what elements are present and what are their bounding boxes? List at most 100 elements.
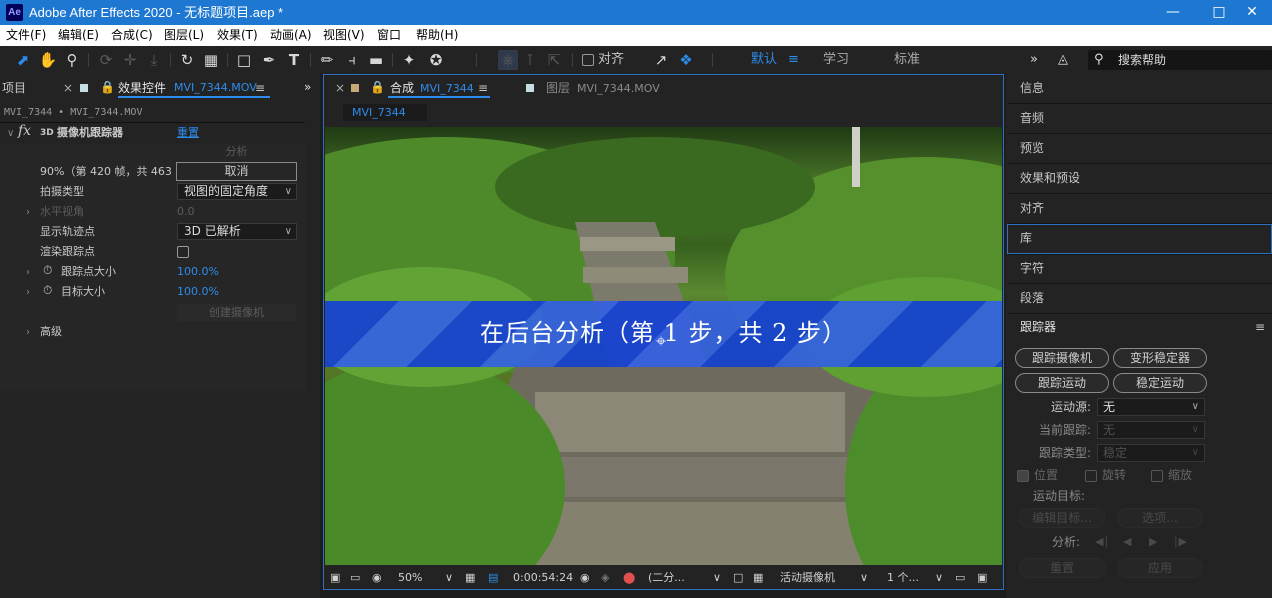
chevron-down-icon[interactable]: ∨ xyxy=(935,570,943,586)
safe-margins-icon[interactable]: ▤ xyxy=(488,570,498,586)
local-axis-icon[interactable]: ⎈ xyxy=(498,50,518,70)
expand-arrow-icon[interactable]: › xyxy=(26,326,30,339)
menu-composition[interactable]: 合成(C) xyxy=(111,28,153,43)
analyze-back-one-icon[interactable]: ◀ xyxy=(1123,534,1131,550)
menu-file[interactable]: 文件(F) xyxy=(6,28,46,43)
tab-project[interactable]: 项目 xyxy=(2,81,26,95)
menu-layer[interactable]: 图层(L) xyxy=(164,28,204,43)
panel-info[interactable]: 信息 xyxy=(1020,80,1044,96)
world-axis-icon[interactable]: ⊺ xyxy=(520,50,540,70)
snap-edge-icon[interactable]: ↗ xyxy=(651,50,671,70)
effects-tab-file[interactable]: MVI_7344.MOV xyxy=(174,81,257,95)
track-point-size-value[interactable]: 100.0% xyxy=(177,265,219,278)
motion-source-select[interactable]: 无 ∨ xyxy=(1097,398,1205,416)
search-help-field[interactable]: ⚲ 搜索帮助 xyxy=(1088,50,1272,70)
close-tab-icon[interactable]: × xyxy=(63,81,73,95)
stopwatch-icon[interactable]: ⏱ xyxy=(43,264,52,277)
rotation-tool-icon[interactable]: ↻ xyxy=(177,50,197,70)
shot-type-select[interactable]: 视图的固定角度 ∨ xyxy=(177,183,297,200)
cancel-button[interactable]: 取消 xyxy=(176,162,297,181)
track-motion-button[interactable]: 跟踪运动 xyxy=(1015,373,1109,393)
panel-overflow-icon[interactable]: » xyxy=(304,80,311,94)
panel-menu-icon[interactable]: ≡ xyxy=(1255,319,1265,335)
menu-animation[interactable]: 动画(A) xyxy=(270,28,312,43)
menu-effect[interactable]: 效果(T) xyxy=(217,28,258,43)
menu-window[interactable]: 窗口 xyxy=(377,28,401,43)
vr-goggles-icon[interactable]: ◉ xyxy=(372,570,382,586)
fit-frame-icon[interactable]: ▦ xyxy=(465,570,475,586)
snap-feature-icon[interactable]: ❖ xyxy=(676,50,696,70)
analyze-back-all-icon[interactable]: ◀∣ xyxy=(1095,534,1109,550)
composition-viewer[interactable]: 在后台分析（第 1 步，共 2 步） ⌖ xyxy=(325,127,1002,565)
panel-paragraph[interactable]: 段落 xyxy=(1020,290,1044,306)
brush-tool-icon[interactable]: ✏ xyxy=(317,50,337,70)
rectangle-tool-icon[interactable]: □ xyxy=(234,50,254,70)
menu-view[interactable]: 视图(V) xyxy=(323,28,365,43)
panel-character[interactable]: 字符 xyxy=(1020,260,1044,276)
show-snapshot-icon[interactable]: ◈ xyxy=(601,570,609,586)
workspace-standard[interactable]: 标准 xyxy=(894,52,920,68)
panel-align[interactable]: 对齐 xyxy=(1020,200,1044,216)
orbit-camera-icon[interactable]: ⟳ xyxy=(96,50,116,70)
pen-tool-icon[interactable]: ✒ xyxy=(259,50,279,70)
region-of-interest-icon[interactable]: □ xyxy=(733,570,743,586)
resolution-value[interactable]: (二分... xyxy=(648,570,685,586)
comp-sub-tab[interactable]: MVI_7344 xyxy=(343,104,427,121)
reset-link[interactable]: 重置 xyxy=(177,126,199,139)
create-camera-button[interactable]: 创建摄像机 xyxy=(177,304,296,321)
analyze-forward-one-icon[interactable]: ▶ xyxy=(1149,534,1157,550)
workspace-default[interactable]: 默认 xyxy=(751,52,777,68)
eraser-tool-icon[interactable]: ▬ xyxy=(366,50,386,70)
analyze-forward-all-icon[interactable]: ∣▶ xyxy=(1173,534,1187,550)
render-track-points-checkbox[interactable] xyxy=(177,246,189,258)
lock-icon[interactable]: 🔒 xyxy=(370,80,385,94)
timecode[interactable]: 0:00:54:24 xyxy=(513,570,573,586)
tab-composition[interactable]: 合成 xyxy=(390,81,414,95)
snap-checkbox[interactable] xyxy=(582,54,594,66)
type-tool-icon[interactable]: T xyxy=(284,50,304,70)
clone-stamp-tool-icon[interactable]: ⫞ xyxy=(342,50,362,70)
close-tab-icon[interactable]: × xyxy=(335,81,345,95)
workspace-menu-icon[interactable]: ≡ xyxy=(788,52,799,68)
panel-audio[interactable]: 音频 xyxy=(1020,110,1044,126)
workspace-overflow-icon[interactable]: » xyxy=(1030,52,1038,68)
panel-menu-icon[interactable]: ≡ xyxy=(255,81,265,95)
expand-arrow-icon[interactable]: › xyxy=(26,206,30,219)
chevron-down-icon[interactable]: ∨ xyxy=(860,570,868,586)
panel-menu-icon[interactable]: ≡ xyxy=(478,81,488,95)
rotation-checkbox[interactable] xyxy=(1085,470,1097,482)
analyze-button[interactable]: 分析 xyxy=(177,145,296,158)
comp-tab-name[interactable]: MVI_7344 xyxy=(420,82,474,96)
always-preview-icon[interactable]: ▣ xyxy=(330,570,340,586)
roto-brush-tool-icon[interactable]: ✦ xyxy=(399,50,419,70)
camera-select[interactable]: 活动摄像机 xyxy=(780,570,835,586)
effect-expand-icon[interactable]: ∨ xyxy=(7,127,14,140)
panel-libraries[interactable]: 库 xyxy=(1020,230,1032,246)
current-track-select[interactable]: 无 ∨ xyxy=(1097,421,1205,439)
fx-icon[interactable]: fx xyxy=(18,124,31,138)
tab-effect-controls[interactable]: 效果控件 xyxy=(118,81,166,95)
apply-button[interactable]: 应用 xyxy=(1117,558,1203,578)
tab-layer[interactable]: 图层 xyxy=(546,81,570,95)
pan-behind-tool-icon[interactable]: ▦ xyxy=(201,50,221,70)
pan-camera-icon[interactable]: ✛ xyxy=(120,50,140,70)
stabilize-motion-button[interactable]: 稳定运动 xyxy=(1113,373,1207,393)
dolly-camera-icon[interactable]: ⤓ xyxy=(144,50,164,70)
zoom-value[interactable]: 50% xyxy=(398,570,422,586)
close-icon[interactable]: ✕ xyxy=(1232,0,1272,25)
tools-panel-icon[interactable]: ◬ xyxy=(1058,52,1068,68)
target-size-value[interactable]: 100.0% xyxy=(177,285,219,298)
panel-preview[interactable]: 预览 xyxy=(1020,140,1044,156)
transparency-grid-icon[interactable]: ▦ xyxy=(753,570,763,586)
show-track-points-select[interactable]: 3D 已解析 ∨ xyxy=(177,223,297,240)
menu-edit[interactable]: 编辑(E) xyxy=(58,28,99,43)
workspace-learn[interactable]: 学习 xyxy=(823,52,849,68)
scale-checkbox[interactable] xyxy=(1151,470,1163,482)
toggle-pixel-aspect-icon[interactable]: ▭ xyxy=(955,570,965,586)
monitor-icon[interactable]: ▭ xyxy=(350,570,360,586)
fast-preview-icon[interactable]: ▣ xyxy=(977,570,987,586)
edit-target-button[interactable]: 编辑目标... xyxy=(1019,508,1105,528)
panel-effects-presets[interactable]: 效果和预设 xyxy=(1020,170,1080,186)
minimize-icon[interactable]: — xyxy=(1150,0,1196,25)
hand-tool-icon[interactable]: ✋ xyxy=(38,50,58,70)
